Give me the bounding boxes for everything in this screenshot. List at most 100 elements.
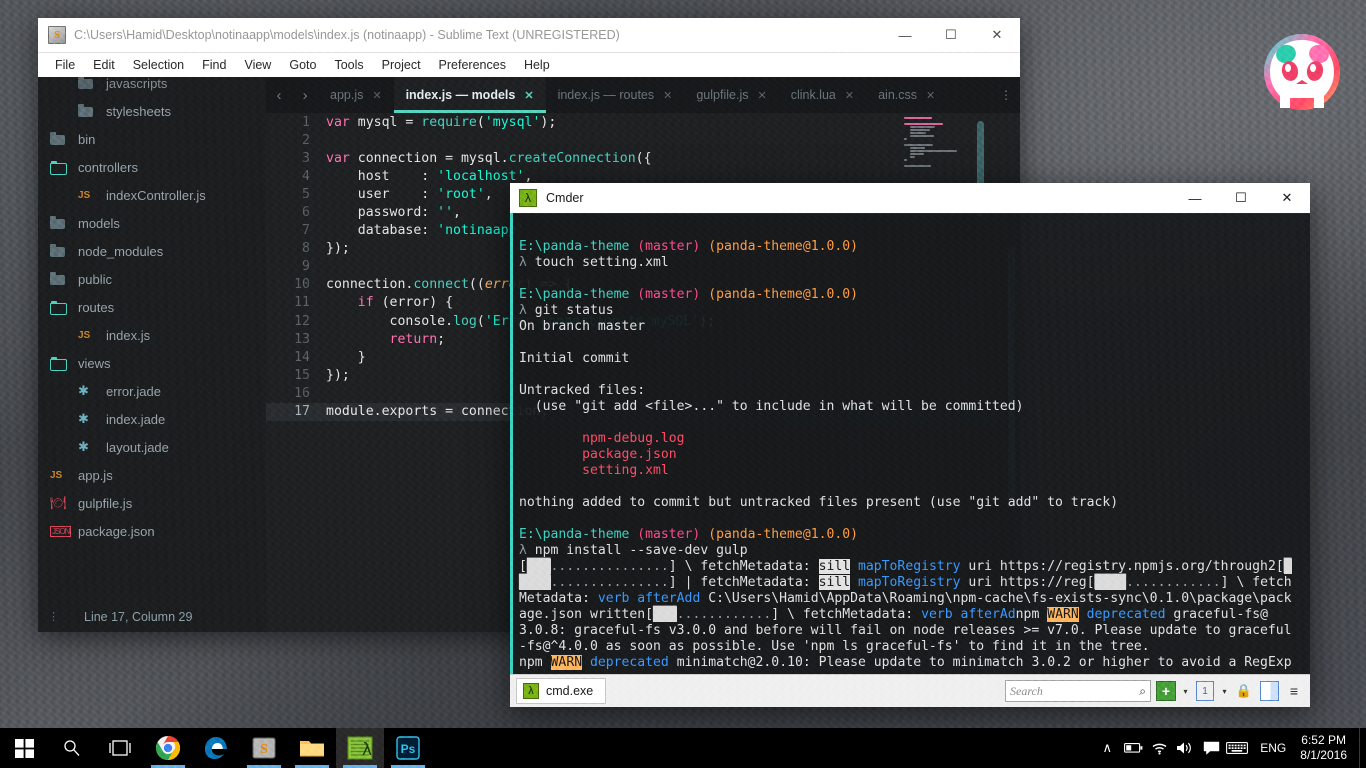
tab-app-js[interactable]: app.js ✕ [318, 77, 394, 113]
active-console-dropdown[interactable]: ▾ [1220, 687, 1229, 696]
tab-close-icon[interactable]: ✕ [757, 89, 766, 102]
tab-clink-lua[interactable]: clink.lua ✕ [779, 77, 866, 113]
code-line[interactable]: 16 [266, 384, 1020, 402]
search-icon[interactable]: ⌕ [1139, 684, 1146, 699]
code-line[interactable]: 10 connection.connect((error) => { [266, 276, 1020, 294]
tab-index-js-models[interactable]: index.js — models ✕ [393, 77, 546, 113]
sidebar-item-models[interactable]: models [38, 209, 266, 237]
tab-overflow-menu-icon[interactable]: ⋮ [992, 77, 1020, 113]
minimize-button[interactable]: — [1172, 183, 1218, 213]
minimize-button[interactable]: — [882, 18, 928, 52]
clock[interactable]: 6:52 PM 8/1/2016 [1296, 733, 1359, 763]
terminal-output[interactable]: E:\panda-theme (master) (panda-theme@1.0… [510, 213, 1310, 675]
tab-gulpfile-js[interactable]: gulpfile.js ✕ [684, 77, 778, 113]
tab-index-js-routes[interactable]: index.js — routes ✕ [546, 77, 685, 113]
sidebar-item-javascripts[interactable]: javascripts [38, 77, 266, 97]
menu-item-find[interactable]: Find [193, 56, 235, 74]
file-explorer-icon[interactable] [288, 728, 336, 768]
show-desktop-button[interactable] [1359, 728, 1366, 768]
menu-item-selection[interactable]: Selection [124, 56, 193, 74]
search-icon[interactable] [48, 728, 96, 768]
sidebar-item-layout-jade[interactable]: ✱ layout.jade [38, 433, 266, 461]
sublime-menu-bar[interactable]: File Edit Selection Find View Goto Tools Projec… [38, 53, 1020, 78]
code-line[interactable]: 12 console.log('Error connecting to mySQ… [266, 312, 1020, 330]
new-console-dropdown[interactable]: ▾ [1181, 687, 1190, 696]
tab-close-icon[interactable]: ✕ [845, 89, 854, 102]
close-button[interactable]: ✕ [1264, 183, 1310, 213]
action-center-icon[interactable] [1198, 728, 1224, 768]
battery-icon[interactable] [1120, 728, 1146, 768]
menu-item-goto[interactable]: Goto [280, 56, 325, 74]
code-line[interactable]: 14 } [266, 348, 1020, 366]
sidebar-item-routes[interactable]: routes [38, 293, 266, 321]
keyboard-icon[interactable] [1224, 728, 1250, 768]
active-console-button[interactable]: 1 [1195, 681, 1215, 701]
admin-lock-icon[interactable]: 🔒 [1234, 681, 1254, 701]
sublime-title-bar[interactable]: C:\Users\Hamid\Desktop\notinaapp\models\… [38, 18, 1020, 53]
sidebar-item-public[interactable]: public [38, 265, 266, 293]
code-line[interactable]: 6 password: '', [266, 203, 1020, 221]
code-line[interactable]: 3 var connection = mysql.createConnection… [266, 149, 1020, 167]
sidebar-resize-grip[interactable]: ⋮ [48, 612, 62, 623]
sidebar-item-indexcontroller-js[interactable]: JS indexController.js [38, 181, 266, 209]
close-button[interactable]: ✕ [974, 18, 1020, 52]
cmder-status-bar[interactable]: λ cmd.exe Search ⌕ + ▾ 1 ▾ 🔒 ≡ [510, 674, 1310, 707]
menu-item-file[interactable]: File [46, 56, 84, 74]
photoshop-icon[interactable]: Ps [384, 728, 432, 768]
cmder-window-controls[interactable]: — ☐ ✕ [1172, 183, 1310, 213]
menu-item-view[interactable]: View [235, 56, 280, 74]
sublime-text-window[interactable]: C:\Users\Hamid\Desktop\notinaapp\models\… [38, 18, 1020, 632]
menu-button[interactable]: ≡ [1284, 681, 1304, 701]
tab-close-icon[interactable]: ✕ [663, 89, 672, 102]
menu-item-tools[interactable]: Tools [325, 56, 372, 74]
editor-scrollbar[interactable] [977, 121, 984, 217]
menu-item-preferences[interactable]: Preferences [430, 56, 515, 74]
code-editor[interactable]: 1 var mysql = require('mysql'); 2 3 var conn… [266, 113, 1020, 632]
sidebar-item-controllers[interactable]: controllers [38, 153, 266, 181]
language-indicator[interactable]: ENG [1250, 741, 1296, 755]
sidebar-scrollbar[interactable] [1008, 246, 1015, 508]
cmder-icon[interactable]: λ [336, 728, 384, 768]
code-minimap[interactable] [904, 117, 966, 197]
code-line[interactable]: 8}); [266, 240, 1020, 258]
code-line[interactable]: 7 database: 'notinaapp' [266, 222, 1020, 240]
tab-prev-arrow[interactable]: ‹ [266, 77, 292, 113]
code-line[interactable]: 15}); [266, 366, 1020, 384]
menu-item-help[interactable]: Help [515, 56, 559, 74]
tab-ain-css[interactable]: ain.css ✕ [866, 77, 947, 113]
maximize-button[interactable]: ☐ [1218, 183, 1264, 213]
code-line[interactable]: 11 if (error) { [266, 294, 1020, 312]
tab-next-arrow[interactable]: › [292, 77, 318, 113]
cmder-window[interactable]: λ Cmder — ☐ ✕ E:\panda-theme (master) (p… [510, 183, 1310, 707]
system-tray[interactable]: ∧ ENG 6:52 PM 8/1/2016 [1094, 728, 1366, 768]
sidebar-item-app-js[interactable]: JS app.js [38, 461, 266, 489]
console-tab-cmd[interactable]: λ cmd.exe [516, 678, 607, 704]
volume-icon[interactable] [1172, 728, 1198, 768]
sidebar-item-gulpfile-js[interactable]: 🍽 gulpfile.js [38, 489, 266, 517]
sidebar-item-index-jade[interactable]: ✱ index.jade [38, 405, 266, 433]
menu-item-edit[interactable]: Edit [84, 56, 124, 74]
sidebar-item-views[interactable]: views [38, 349, 266, 377]
new-console-button[interactable]: + [1156, 681, 1176, 701]
sublime-window-controls[interactable]: — ☐ ✕ [882, 18, 1020, 52]
cmder-title-bar[interactable]: λ Cmder — ☐ ✕ [510, 183, 1310, 214]
sidebar-item-error-jade[interactable]: ✱ error.jade [38, 377, 266, 405]
menu-item-project[interactable]: Project [373, 56, 430, 74]
tab-close-icon[interactable]: ✕ [524, 89, 533, 102]
chrome-icon[interactable] [144, 728, 192, 768]
windows-taskbar[interactable]: S λ Ps ∧ ENG 6:52 PM 8/1/2016 [0, 728, 1366, 768]
edge-icon[interactable] [192, 728, 240, 768]
tab-close-icon[interactable]: ✕ [926, 89, 935, 102]
code-line[interactable]: 17 module.exports = connection; [266, 402, 1020, 421]
sidebar-item-index-js[interactable]: JS index.js [38, 321, 266, 349]
sublime-sidebar[interactable]: javascripts stylesheets bin controllers JS in… [38, 77, 266, 632]
code-line[interactable]: 5 user : 'root', [266, 185, 1020, 203]
task-view-icon[interactable] [96, 728, 144, 768]
code-line[interactable]: 13 return; [266, 330, 1020, 348]
code-line[interactable]: 4 host : 'localhost', [266, 167, 1020, 185]
search-input[interactable]: Search ⌕ [1005, 680, 1151, 702]
sidebar-item-node-modules[interactable]: node_modules [38, 237, 266, 265]
code-line[interactable]: 9 [266, 258, 1020, 276]
maximize-button[interactable]: ☐ [928, 18, 974, 52]
sidebar-item-bin[interactable]: bin [38, 125, 266, 153]
